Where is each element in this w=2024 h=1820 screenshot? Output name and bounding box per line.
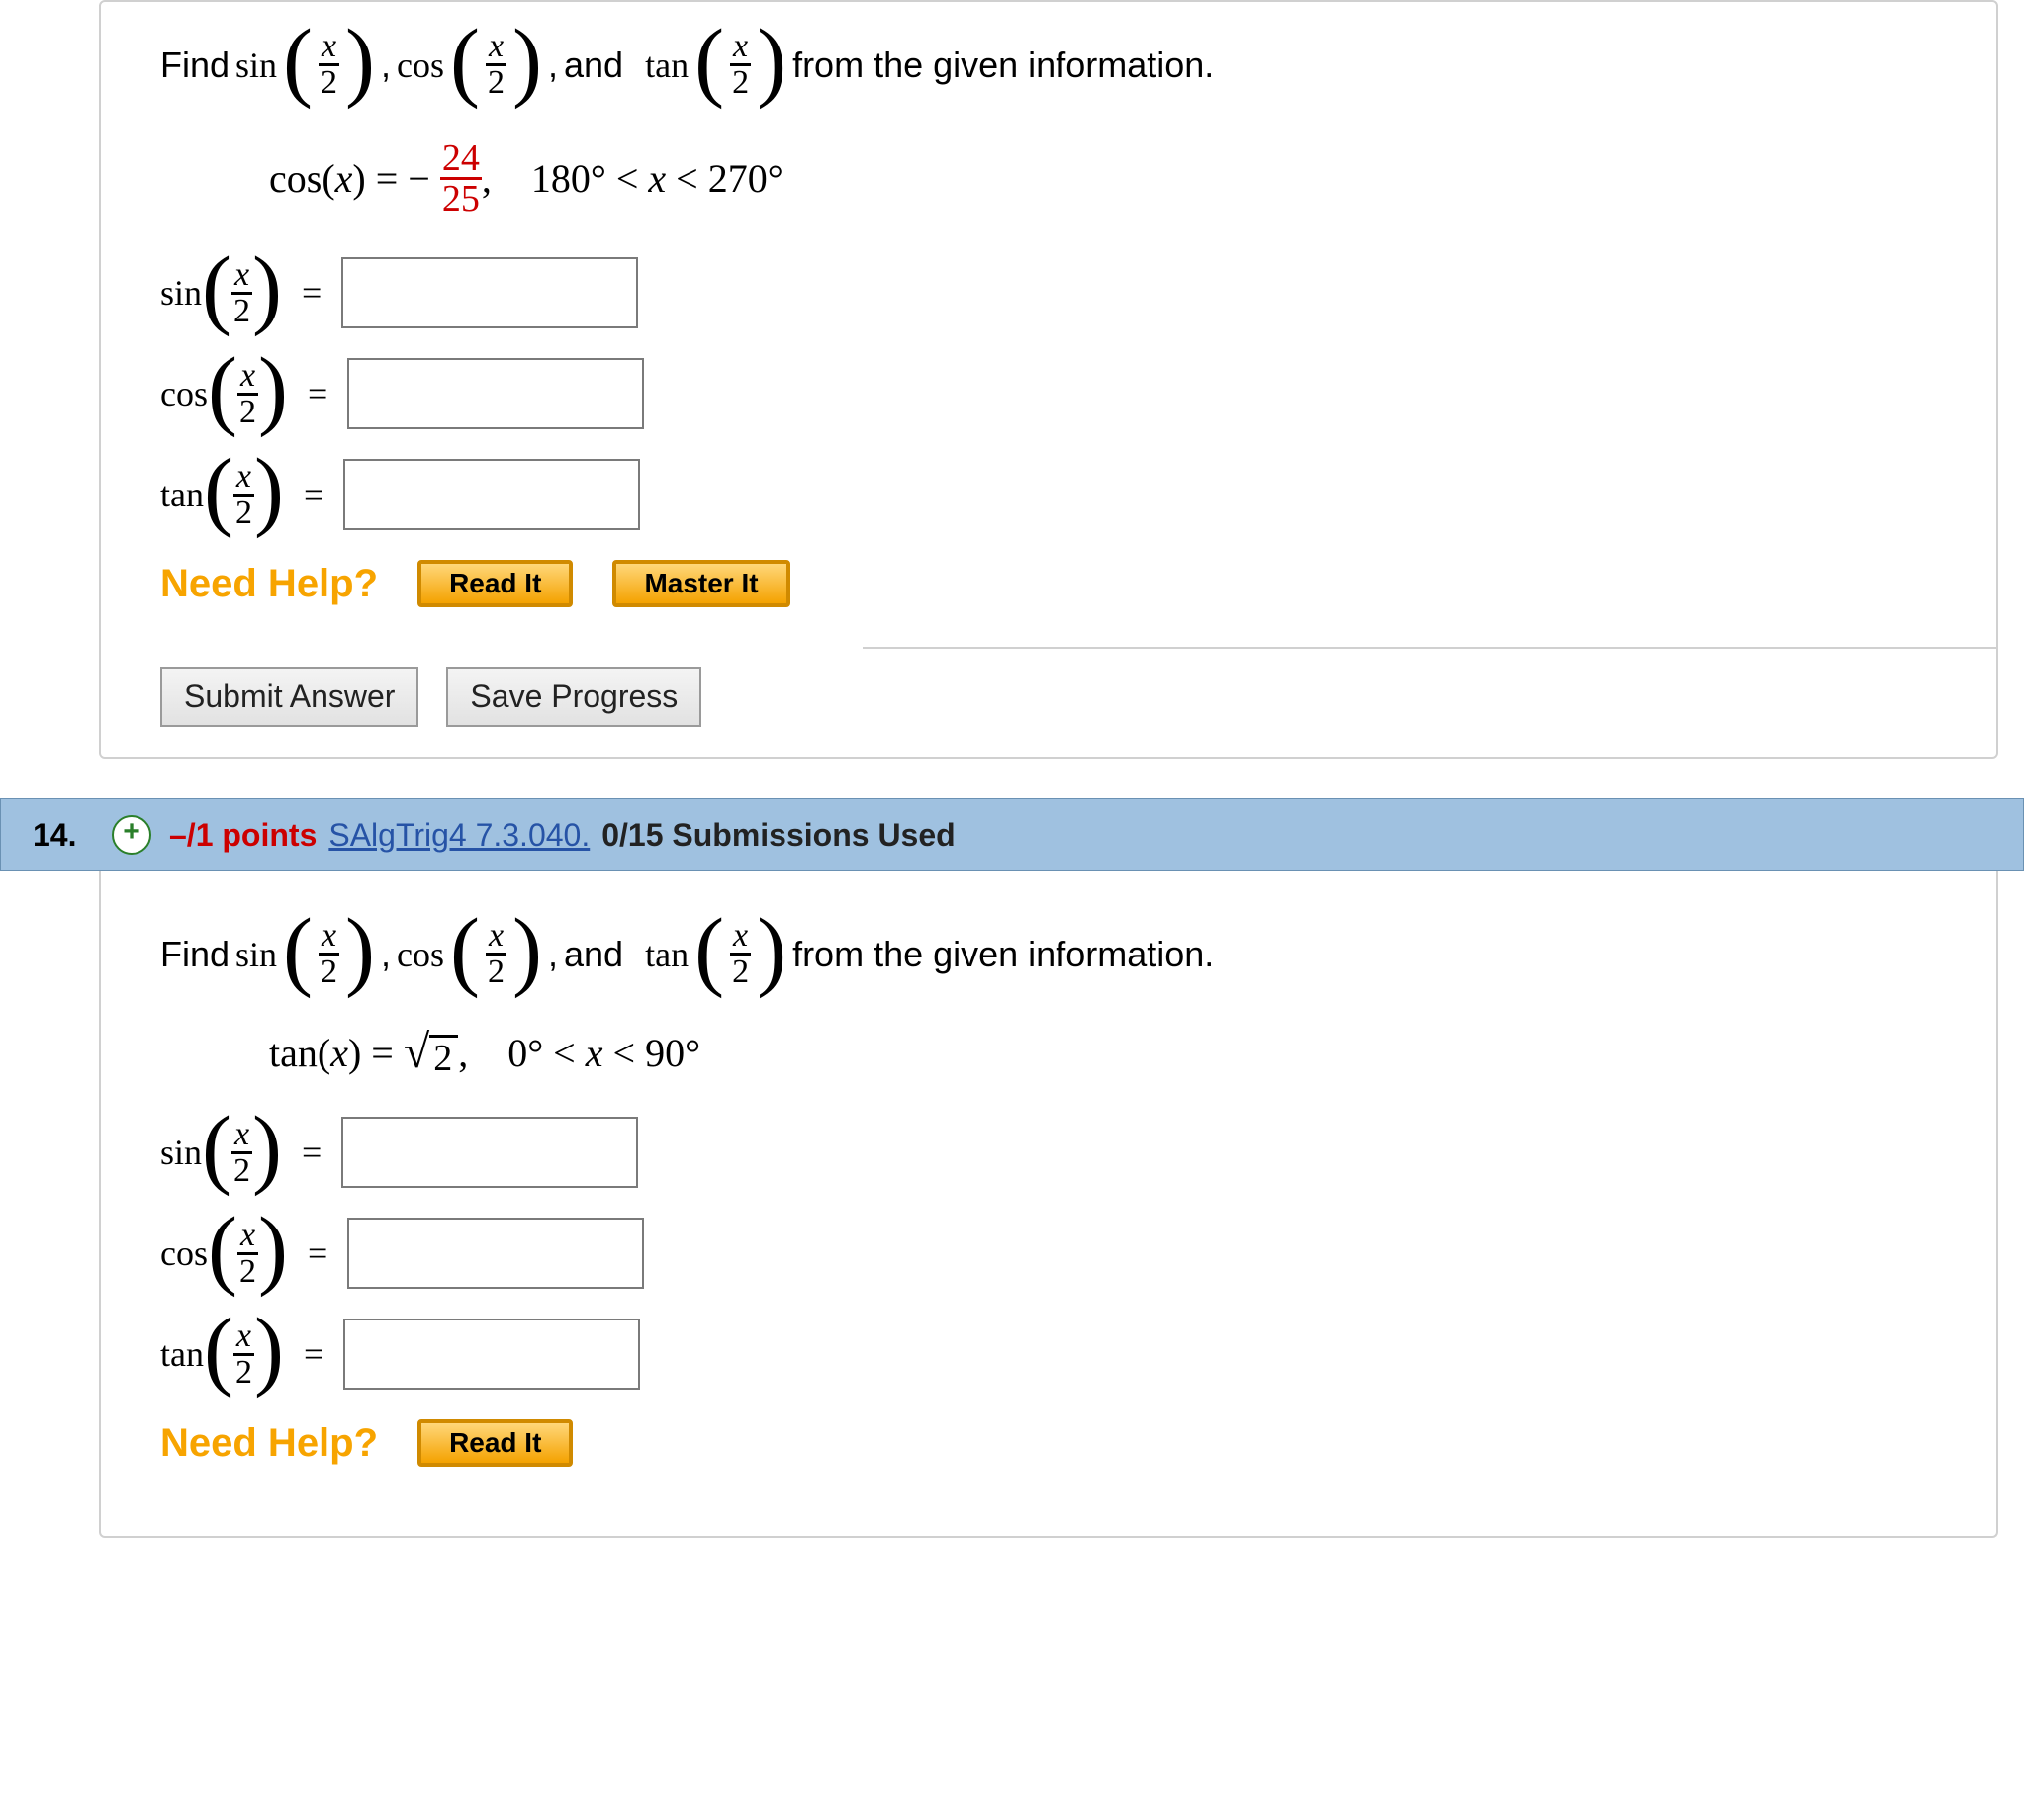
need-help-label: Need Help? [160,562,378,605]
sin-label: sin [160,1132,202,1173]
half-arg: x2 [730,919,751,989]
half-arg: x2 [233,1320,254,1390]
tan-label: tan [645,45,689,86]
half-arg: x2 [319,30,339,100]
q2-cos-row: cos ( x2 ) = [160,1218,1937,1289]
comma: , [458,1030,468,1076]
action-bar: Submit Answer Save Progress [101,647,1996,757]
and-label: and [564,934,623,975]
q2-tan-row: tan ( x2 ) = [160,1319,1937,1390]
comma: , [381,45,391,86]
q2-help-row: Need Help? Read It [160,1419,1937,1467]
question-number: 14. [21,817,112,854]
equals: = [302,272,322,314]
comma: , [548,934,558,975]
find-label: Find [160,934,230,975]
range-text: 180° < x < 270° [531,155,783,202]
q1-cos-row: cos ( x2 ) = [160,358,1937,429]
tan-label: tan [160,1333,204,1375]
half-arg: x2 [486,919,506,989]
q1-given: cos(x) = − 2425 , 180° < x < 270° [269,139,1937,218]
half-arg: x2 [231,1118,252,1188]
submissions-label: 0/15 Submissions Used [601,817,955,854]
need-help-label: Need Help? [160,1421,378,1465]
book-link[interactable]: SAlgTrig4 7.3.040. [328,817,590,854]
sin-label: sin [235,45,277,86]
q1-tan-row: tan ( x2 ) = [160,459,1937,530]
comma: , [381,934,391,975]
cos-answer-input[interactable] [347,358,644,429]
save-progress-button[interactable]: Save Progress [446,667,701,727]
range-text: 0° < x < 90° [507,1030,700,1076]
prompt-suffix: from the given information. [792,934,1214,975]
sin-label: sin [160,272,202,314]
equals: = [304,474,323,515]
q1-help-row: Need Help? Read It Master It [160,560,1937,607]
cos-label: cos [160,1232,208,1274]
sqrt-icon: √2 [404,1029,458,1077]
cos-label: cos [397,45,444,86]
cosx-eq: cos(x) = − [269,155,440,202]
half-arg: x2 [237,1219,258,1289]
equals: = [302,1132,322,1173]
find-label: Find [160,45,230,86]
half-arg: x2 [233,460,254,530]
read-it-button[interactable]: Read It [417,560,573,607]
sin-answer-input[interactable] [341,257,638,328]
equals: = [308,373,327,414]
expand-icon[interactable]: + [112,815,151,855]
cos-label: cos [397,934,444,975]
q1-prompt: Find sin ( x2 ) , cos ( x2 ) , and tan (… [160,30,1937,100]
comma: , [482,155,492,202]
q2-prompt: Find sin ( x2 ) , cos ( x2 ) , and tan (… [160,919,1937,989]
q2-given: tan(x) = √2 , 0° < x < 90° [269,1029,1937,1077]
tanx-eq: tan(x) = [269,1030,404,1076]
and-label: and [564,45,623,86]
sin-label: sin [235,934,277,975]
half-arg: x2 [486,30,506,100]
tan-label: tan [160,474,204,515]
half-arg: x2 [231,258,252,328]
tan-answer-input[interactable] [343,459,640,530]
sin-answer-input[interactable] [341,1117,638,1188]
given-fraction: 2425 [440,139,482,218]
comma: , [548,45,558,86]
points-label: –/1 points [169,817,317,854]
master-it-button[interactable]: Master It [612,560,789,607]
question-1-box: Find sin ( x2 ) , cos ( x2 ) , and tan (… [99,0,1998,759]
question-2-box: Find sin ( x2 ) , cos ( x2 ) , and tan (… [99,871,1998,1538]
submit-answer-button[interactable]: Submit Answer [160,667,418,727]
half-arg: x2 [730,30,751,100]
equals: = [304,1333,323,1375]
equals: = [308,1232,327,1274]
cos-label: cos [160,373,208,414]
q1-sin-row: sin ( x2 ) = [160,257,1937,328]
half-arg: x2 [237,359,258,429]
q2-sin-row: sin ( x2 ) = [160,1117,1937,1188]
tan-label: tan [645,934,689,975]
question-14-header: 14. + –/1 points SAlgTrig4 7.3.040. 0/15… [0,798,2024,871]
prompt-suffix: from the given information. [792,45,1214,86]
read-it-button[interactable]: Read It [417,1419,573,1467]
cos-answer-input[interactable] [347,1218,644,1289]
tan-answer-input[interactable] [343,1319,640,1390]
half-arg: x2 [319,919,339,989]
